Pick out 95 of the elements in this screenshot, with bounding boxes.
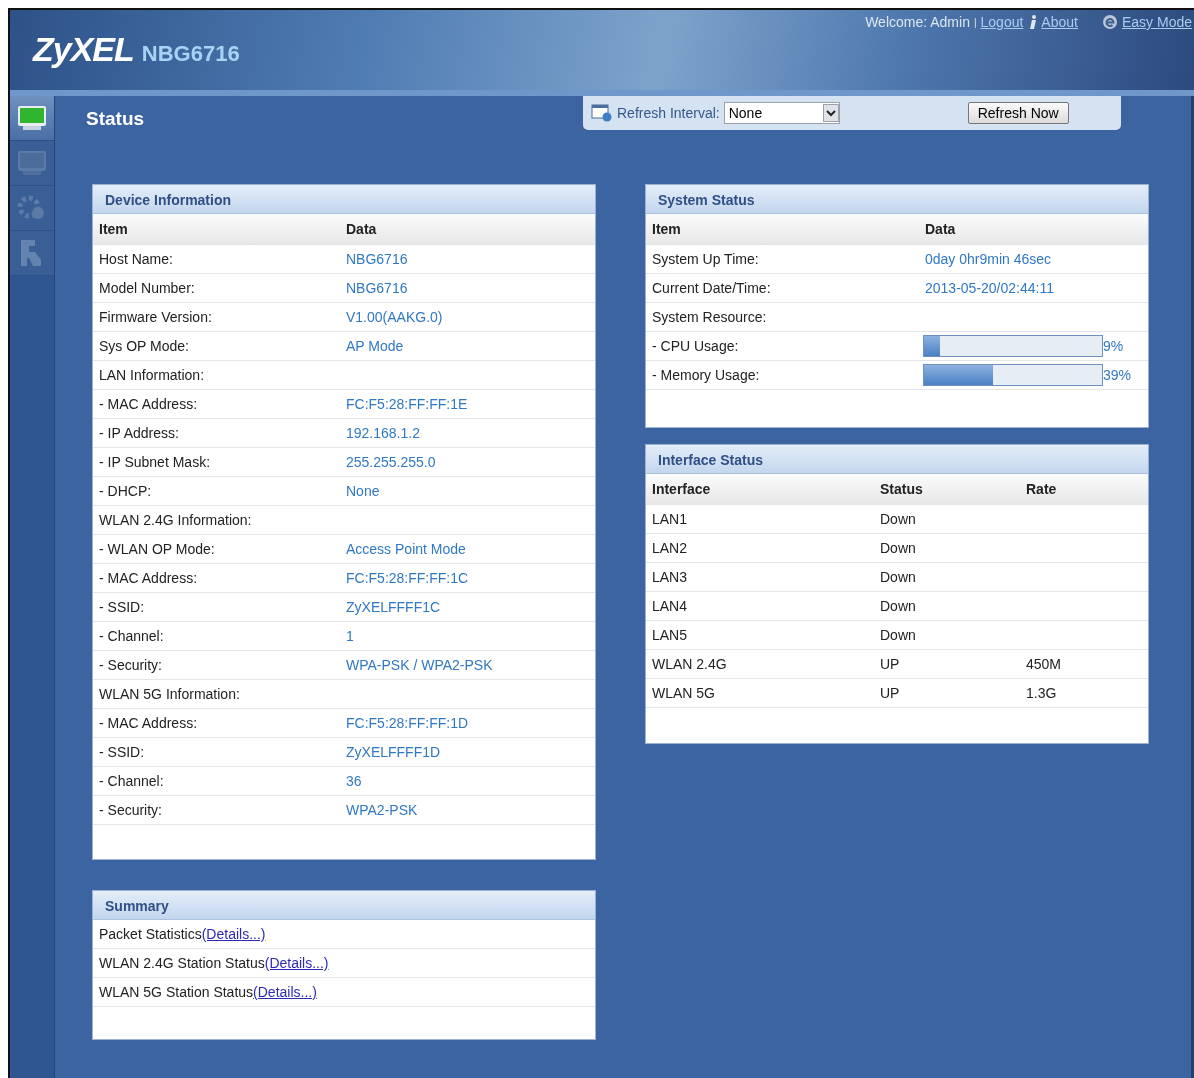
item-value: 36 bbox=[345, 773, 362, 789]
item-label: - Channel: bbox=[98, 628, 165, 644]
item-label: LAN Information: bbox=[98, 367, 206, 383]
item-value: FC:F5:28:FF:FF:1E bbox=[345, 396, 468, 412]
browser-icon bbox=[1101, 14, 1118, 30]
item-value: Access Point Mode bbox=[345, 541, 466, 557]
item-value: FC:F5:28:FF:FF:1D bbox=[345, 715, 469, 731]
item-label: - MAC Address: bbox=[98, 715, 199, 731]
refresh-interval-select[interactable]: None bbox=[723, 102, 840, 124]
usage-percent: 39% bbox=[1103, 367, 1132, 383]
item-label: - IP Address: bbox=[98, 425, 180, 441]
table-cell-text: Down bbox=[880, 511, 917, 527]
column-header: Interface bbox=[651, 481, 712, 497]
details-link[interactable]: (Details...) bbox=[253, 984, 317, 1000]
model-name: NBG6716 bbox=[141, 41, 240, 67]
details-link[interactable]: (Details...) bbox=[201, 926, 266, 942]
item-label: WLAN 5G Information: bbox=[98, 686, 241, 702]
summary-label: WLAN 2.4G Station Status bbox=[99, 955, 265, 971]
usage-percent: 9% bbox=[1103, 338, 1124, 354]
item-label: - Channel: bbox=[98, 773, 165, 789]
column-header: Data bbox=[924, 221, 956, 237]
item-value: NBG6716 bbox=[345, 251, 408, 267]
item-label: - DHCP: bbox=[98, 483, 153, 499]
table-cell-text: LAN2 bbox=[651, 540, 689, 556]
item-value: 1 bbox=[345, 628, 354, 644]
item-label: Firmware Version: bbox=[98, 309, 213, 325]
summary-label: Packet Statistics bbox=[99, 926, 202, 942]
item-label: Host Name: bbox=[98, 251, 174, 267]
item-label: - MAC Address: bbox=[98, 396, 199, 412]
item-label: - MAC Address: bbox=[98, 570, 199, 586]
panel-title: Device Information bbox=[93, 185, 595, 214]
item-label: Current Date/Time: bbox=[651, 280, 772, 296]
table-cell-text: Down bbox=[880, 627, 917, 643]
item-label: - Security: bbox=[98, 802, 163, 818]
table-cell-text: WLAN 2.4G bbox=[651, 656, 728, 672]
panel-title: Summary bbox=[93, 891, 595, 920]
item-value: 2013-05-20/02:44:11 bbox=[924, 280, 1054, 296]
separator: | bbox=[973, 16, 977, 28]
refresh-now-button[interactable]: Refresh Now bbox=[967, 102, 1069, 124]
item-value: WPA2-PSK bbox=[345, 802, 418, 818]
table-cell: 1.3G bbox=[1026, 685, 1057, 701]
item-value: AP Mode bbox=[345, 338, 404, 354]
column-header: Item bbox=[98, 221, 129, 237]
item-label: Sys OP Mode: bbox=[98, 338, 190, 354]
item-label: System Up Time: bbox=[651, 251, 760, 267]
table-cell-text: LAN4 bbox=[651, 598, 689, 614]
item-label: Model Number: bbox=[98, 280, 196, 296]
monitor-icon bbox=[17, 150, 47, 176]
item-value: FC:F5:28:FF:FF:1C bbox=[345, 570, 469, 586]
panel-title: System Status bbox=[646, 185, 1148, 214]
table-cell-text: LAN5 bbox=[651, 627, 689, 643]
item-value: V1.00(AAKG.0) bbox=[345, 309, 443, 325]
item-label: - IP Subnet Mask: bbox=[98, 454, 211, 470]
table-cell-text: LAN1 bbox=[651, 511, 689, 527]
details-link[interactable]: (Details...) bbox=[264, 955, 329, 971]
item-label: - SSID: bbox=[98, 744, 146, 760]
logo: ZyXEL bbox=[33, 30, 134, 69]
summary-label: WLAN 5G Station Status bbox=[99, 984, 254, 1000]
page-title: Status bbox=[86, 108, 146, 130]
table-cell-text: UP bbox=[880, 685, 901, 701]
column-header: Status bbox=[880, 481, 924, 497]
item-value: ZyXELFFFF1C bbox=[345, 599, 441, 615]
table-cell-text: Down bbox=[880, 598, 917, 614]
refresh-icon bbox=[591, 104, 613, 122]
item-label: - WLAN OP Mode: bbox=[98, 541, 216, 557]
item-value: 0day 0hr9min 46sec bbox=[924, 251, 1052, 267]
about-link[interactable]: About bbox=[1041, 14, 1078, 30]
table-cell-text: UP bbox=[880, 656, 901, 672]
item-value: 255.255.255.0 bbox=[345, 454, 436, 470]
refresh-interval-label: Refresh Interval: bbox=[617, 105, 720, 121]
panel-title: Interface Status bbox=[646, 445, 1148, 474]
item-value: None bbox=[345, 483, 380, 499]
monitor-icon bbox=[17, 105, 47, 131]
table-cell: 450M bbox=[1026, 656, 1062, 672]
item-label: - CPU Usage: bbox=[651, 338, 740, 354]
item-label: - Memory Usage: bbox=[651, 367, 761, 383]
column-header: Rate bbox=[1026, 481, 1057, 497]
item-value: ZyXELFFFF1D bbox=[345, 744, 441, 760]
item-value: 192.168.1.2 bbox=[345, 425, 420, 441]
item-label: - Security: bbox=[98, 657, 163, 673]
column-header: Data bbox=[345, 221, 377, 237]
item-label: WLAN 2.4G Information: bbox=[98, 512, 253, 528]
table-cell-text: WLAN 5G bbox=[651, 685, 716, 701]
table-cell-text: LAN3 bbox=[651, 569, 689, 585]
table-cell-text: Down bbox=[880, 540, 917, 556]
item-value: WPA-PSK / WPA2-PSK bbox=[345, 657, 493, 673]
column-header: Item bbox=[651, 221, 682, 237]
easy-mode-link[interactable]: Easy Mode bbox=[1121, 14, 1192, 30]
info-icon bbox=[1029, 14, 1038, 30]
welcome-text: Welcome: Admin bbox=[865, 14, 970, 30]
item-label: - SSID: bbox=[98, 599, 146, 615]
table-cell-text: Down bbox=[880, 569, 917, 585]
item-value: NBG6716 bbox=[345, 280, 408, 296]
item-label: System Resource: bbox=[651, 309, 768, 325]
sidebar-item[interactable] bbox=[10, 96, 54, 141]
